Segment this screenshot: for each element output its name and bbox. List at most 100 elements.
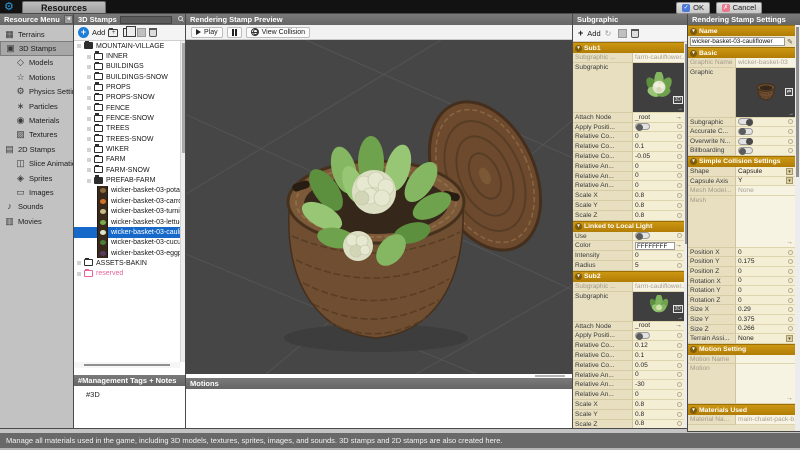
menu-item-textures[interactable]: Textures — [0, 128, 74, 142]
pause-button[interactable] — [227, 27, 242, 38]
property-value[interactable]: 0.8 — [633, 420, 684, 428]
tree-item-props[interactable]: PROPS — [74, 82, 180, 92]
search-input[interactable] — [120, 16, 172, 24]
expand-stub[interactable] — [87, 86, 91, 90]
expand-stub[interactable] — [87, 96, 91, 100]
resources-tab[interactable]: Resources — [22, 1, 106, 14]
property-value[interactable]: 0 — [633, 390, 684, 400]
property-value[interactable]: 0.1 — [633, 142, 684, 152]
property-value[interactable]: main-chalet-pack-b... — [736, 415, 795, 425]
expand-stub[interactable] — [87, 137, 91, 141]
tree-item-wicker-basket-03-carrote[interactable]: wicker-basket-03-carrote — [74, 196, 180, 206]
cancel-button[interactable]: Cancel — [716, 2, 762, 14]
property-value[interactable]: 0 — [736, 286, 795, 296]
expand-stub[interactable] — [77, 261, 81, 265]
tree-item-wicker-basket-03-cucumber[interactable]: wicker-basket-03-cucumber — [74, 238, 180, 248]
tree-item-wicker-basket-03-eggplant[interactable]: wicker-basket-03-eggplant — [74, 248, 180, 258]
property-value[interactable]: 0.29 — [736, 305, 795, 315]
property-value[interactable]: 0.1 — [633, 351, 684, 361]
name-input[interactable]: wicker-basket-03-cauliflower — [690, 37, 785, 46]
section-header-materials-used[interactable]: Materials Used — [688, 404, 795, 415]
tree-item-fence-snow[interactable]: FENCE-SNOW — [74, 113, 180, 123]
property-value[interactable]: 0.12 — [633, 341, 684, 351]
section-header-sub1[interactable]: Sub1 — [573, 42, 684, 53]
tree-horizontal-scrollbar[interactable] — [74, 362, 180, 368]
collapse-panel-button[interactable] — [64, 15, 73, 24]
dropdown-icon[interactable] — [786, 168, 793, 175]
tree-item-wicker-basket-03-lettuce[interactable]: wicker-basket-03-lettuce — [74, 217, 180, 227]
property-value[interactable]: 0.8 — [633, 400, 684, 410]
tree-item-buildings-snow[interactable]: BUILDINGS-SNOW — [74, 72, 180, 82]
section-header-basic[interactable]: Basic — [688, 47, 795, 58]
property-value[interactable]: -30 — [633, 380, 684, 390]
refresh-icon[interactable] — [605, 29, 612, 38]
property-value[interactable] — [736, 146, 795, 156]
menu-item-movies[interactable]: Movies — [0, 214, 74, 228]
tree-item-assets-bakin[interactable]: ASSETS-BAKIN — [74, 258, 180, 268]
expand-stub[interactable] — [87, 148, 91, 152]
menu-item-3d-stamps[interactable]: 3D Stamps — [0, 41, 74, 55]
menu-item-2d-stamps[interactable]: 2D Stamps — [0, 142, 74, 156]
expand-stub[interactable] — [87, 168, 91, 172]
expand-stub[interactable] — [87, 65, 91, 69]
menu-item-materials[interactable]: Materials — [0, 113, 74, 127]
toggle-switch[interactable] — [738, 138, 753, 145]
property-value[interactable] — [736, 68, 795, 118]
property-value[interactable]: 0 — [633, 181, 684, 191]
property-value[interactable]: 0 — [633, 162, 684, 172]
property-value[interactable]: -0.05 — [633, 152, 684, 162]
swap-graphic-icon[interactable] — [785, 88, 793, 96]
menu-item-physics-settings[interactable]: Physics Settings — [0, 85, 74, 99]
property-value[interactable]: wicker-basket-03 — [736, 58, 795, 68]
new-folder-icon[interactable] — [108, 29, 118, 37]
tree-item-trees[interactable]: TREES — [74, 124, 180, 134]
delete-icon[interactable] — [631, 29, 639, 38]
toggle-switch[interactable] — [738, 128, 753, 135]
menu-item-images[interactable]: Images — [0, 185, 74, 199]
section-header-linked-to-local-light[interactable]: Linked to Local Light — [573, 221, 684, 232]
play-button[interactable]: Play — [191, 27, 223, 38]
expand-stub[interactable] — [77, 272, 81, 276]
property-value[interactable]: 0.8 — [633, 211, 684, 221]
add-subgraphic-icon[interactable] — [578, 28, 583, 38]
toggle-switch[interactable] — [635, 232, 650, 239]
property-value[interactable]: FFFFFFFF — [633, 241, 684, 251]
property-value[interactable]: Y — [736, 177, 795, 187]
property-value[interactable]: None — [736, 186, 795, 196]
arrow-icon[interactable] — [788, 111, 794, 117]
section-header-motion-setting[interactable]: Motion Setting — [688, 344, 795, 355]
property-value[interactable]: 3D — [633, 63, 684, 113]
property-value[interactable] — [736, 118, 795, 128]
tree-item-wicker-basket-03-turnip[interactable]: wicker-basket-03-turnip — [74, 207, 180, 217]
expand-stub[interactable] — [87, 117, 91, 121]
dropdown-icon[interactable] — [786, 335, 793, 342]
tree-item-wicker-basket-03-potato[interactable]: wicker-basket-03-potato — [74, 186, 180, 196]
section-header-sub2[interactable]: Sub2 — [573, 271, 684, 282]
save-icon[interactable] — [137, 28, 146, 37]
expand-stub[interactable] — [87, 179, 91, 183]
property-value[interactable]: 0.175 — [736, 257, 795, 267]
tree-item-buildings[interactable]: BUILDINGS — [74, 62, 180, 72]
management-tags-content[interactable]: #3D — [74, 386, 186, 428]
tree-item-mountain-village[interactable]: MOUNTAIN-VILLAGE — [74, 41, 180, 51]
property-value[interactable]: _root — [633, 113, 684, 123]
toggle-switch[interactable] — [738, 147, 753, 154]
property-value[interactable]: 3D — [633, 292, 684, 322]
property-value[interactable]: 0.8 — [633, 201, 684, 211]
add-subgraphic-label[interactable]: Add — [587, 29, 600, 38]
tree-item-props-snow[interactable]: PROPS-SNOW — [74, 93, 180, 103]
arrow-icon[interactable] — [786, 239, 793, 246]
property-value[interactable]: 0 — [633, 371, 684, 381]
arrow-icon[interactable] — [675, 114, 682, 121]
section-header-simple-collision-settings[interactable]: Simple Collision Settings — [688, 156, 795, 167]
property-value[interactable]: None — [736, 334, 795, 344]
property-value[interactable]: 0 — [736, 248, 795, 258]
arrow-icon[interactable] — [677, 106, 683, 112]
property-value[interactable]: 0.8 — [633, 410, 684, 420]
menu-item-models[interactable]: Models — [0, 56, 74, 70]
property-value[interactable]: 0 — [736, 277, 795, 287]
property-value[interactable]: farm-cauliflower... — [633, 282, 684, 292]
tree-item-wicker-basket-03-cauliflower[interactable]: wicker-basket-03-cauliflower — [74, 227, 180, 237]
menu-item-motions[interactable]: Motions — [0, 70, 74, 84]
duplicate-icon[interactable] — [123, 28, 131, 37]
